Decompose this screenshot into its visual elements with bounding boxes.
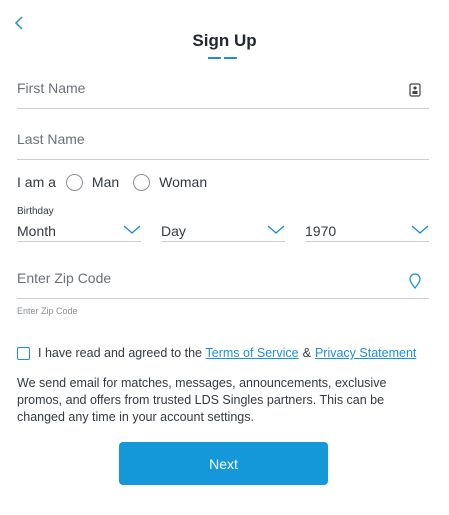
terms-of-service-link[interactable]: Terms of Service: [206, 346, 299, 360]
location-pin-icon[interactable]: [409, 273, 421, 294]
gender-option-label: Woman: [159, 174, 208, 190]
birth-year-value: 1970: [305, 223, 337, 239]
contact-card-icon[interactable]: [409, 83, 421, 102]
terms-checkbox[interactable]: [17, 346, 30, 360]
email-disclaimer: We send email for matches, messages, ann…: [17, 376, 387, 424]
gender-option-label: Man: [91, 174, 120, 190]
birth-day-select[interactable]: Day: [161, 220, 285, 242]
zip-code-hint: Enter Zip Code: [17, 306, 78, 316]
terms-agreement: I have read and agreed to the Terms of S…: [17, 345, 416, 361]
birth-year-select[interactable]: 1970: [305, 220, 429, 242]
last-name-field[interactable]: [17, 131, 429, 160]
page-title: Sign Up: [192, 31, 257, 50]
terms-ampersand: &: [302, 346, 311, 360]
terms-prefix: I have read and agreed to the: [38, 346, 203, 360]
gender-selector: I am a Man Woman: [17, 171, 221, 193]
gender-option-man[interactable]: Man: [65, 173, 120, 191]
first-name-input[interactable]: [17, 80, 397, 96]
birth-month-value: Month: [17, 223, 56, 239]
radio-man[interactable]: [65, 173, 83, 191]
chevron-down-icon: [267, 225, 285, 234]
next-button[interactable]: Next: [119, 442, 328, 485]
gender-prefix-label: I am a: [17, 174, 56, 190]
birth-day-value: Day: [161, 223, 186, 239]
radio-woman[interactable]: [133, 173, 151, 191]
back-button[interactable]: [11, 14, 29, 32]
first-name-field[interactable]: [17, 80, 429, 109]
zip-code-input[interactable]: [17, 270, 397, 286]
birth-month-select[interactable]: Month: [17, 220, 141, 242]
birthday-label: Birthday: [17, 206, 54, 217]
chevron-left-icon: [14, 16, 23, 30]
zip-code-field[interactable]: [17, 270, 429, 299]
gender-option-woman[interactable]: Woman: [133, 173, 208, 191]
chevron-down-icon: [123, 225, 141, 234]
chevron-down-icon: [411, 225, 429, 234]
title-underline: [208, 57, 238, 59]
last-name-input[interactable]: [17, 131, 397, 147]
privacy-statement-link[interactable]: Privacy Statement: [315, 346, 416, 360]
